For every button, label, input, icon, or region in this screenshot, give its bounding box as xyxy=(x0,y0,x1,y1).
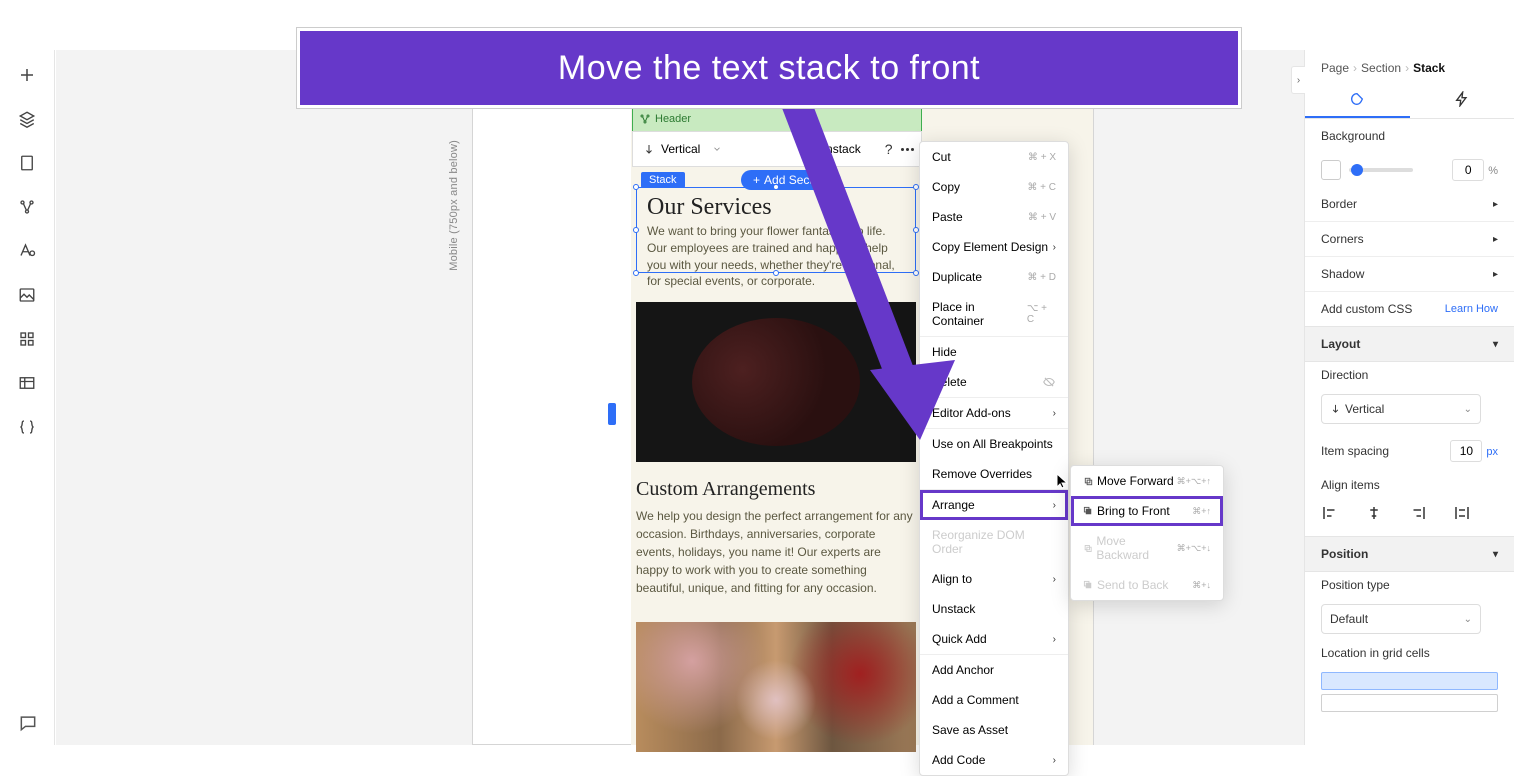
tab-interactions[interactable] xyxy=(1410,83,1514,118)
image-wedding xyxy=(636,622,916,752)
code-icon[interactable] xyxy=(18,418,36,436)
sub-move-forward[interactable]: Move Forward⌘+⌥+↑ xyxy=(1071,466,1223,496)
left-icon-rail xyxy=(0,50,55,745)
context-menu: Cut⌘ + X Copy⌘ + C Paste⌘ + V Copy Eleme… xyxy=(919,141,1069,776)
selected-stack[interactable]: Our Services We want to bring your flowe… xyxy=(636,187,916,273)
ctx-remove-overrides[interactable]: Remove Overrides xyxy=(920,459,1068,489)
custom-body: We help you design the perfect arrangeme… xyxy=(636,507,916,597)
position-type-select[interactable]: Default⌄ xyxy=(1321,604,1481,634)
ctx-unstack[interactable]: Unstack xyxy=(920,594,1068,624)
ctx-add-anchor[interactable]: Add Anchor xyxy=(920,655,1068,685)
align-center-icon[interactable] xyxy=(1365,504,1383,522)
position-type-label: Position type xyxy=(1321,578,1390,592)
ctx-arrange[interactable]: Arrange› xyxy=(920,490,1068,520)
page-icon[interactable] xyxy=(18,154,36,172)
apps-icon[interactable] xyxy=(18,330,36,348)
stack-toolbar: Vertical Unstack ? xyxy=(632,131,922,167)
breadcrumb: Page›Section›Stack xyxy=(1305,50,1514,83)
align-stretch-icon[interactable] xyxy=(1453,504,1471,522)
layout-section[interactable]: Layout▾ xyxy=(1305,326,1514,362)
ctx-copy-design[interactable]: Copy Element Design› xyxy=(920,232,1068,262)
ctx-copy[interactable]: Copy⌘ + C xyxy=(920,172,1068,202)
header-label: Header xyxy=(655,113,691,125)
ctx-paste[interactable]: Paste⌘ + V xyxy=(920,202,1068,232)
plus-icon[interactable] xyxy=(18,66,36,84)
selection-handle[interactable] xyxy=(633,227,639,233)
ctx-place-container[interactable]: Place in Container⌥ + C xyxy=(920,292,1068,336)
ctx-breakpoints[interactable]: Use on All Breakpoints xyxy=(920,429,1068,459)
mobile-breakpoint-label: Mobile (750px and below) xyxy=(448,140,460,271)
services-body: We want to bring your flower fantasies t… xyxy=(647,223,905,290)
direction-select[interactable]: Vertical xyxy=(643,142,809,156)
item-spacing-input[interactable] xyxy=(1450,440,1482,462)
learn-how-link[interactable]: Learn How xyxy=(1445,303,1498,315)
tab-design[interactable] xyxy=(1305,83,1410,118)
custom-arrangements-block: Custom Arrangements We help you design t… xyxy=(636,478,916,597)
ctx-add-code[interactable]: Add Code› xyxy=(920,745,1068,775)
image-bouquet xyxy=(636,302,916,462)
direction-select-panel[interactable]: Vertical⌄ xyxy=(1321,394,1481,424)
border-row[interactable]: Border▸ xyxy=(1305,187,1514,222)
mouse-cursor xyxy=(1056,473,1070,492)
ctx-cut[interactable]: Cut⌘ + X xyxy=(920,142,1068,172)
ctx-delete[interactable]: Delete xyxy=(920,367,1068,397)
direction-label: Direction xyxy=(1321,368,1368,382)
more-icon[interactable] xyxy=(901,148,914,151)
stack-tag[interactable]: Stack xyxy=(641,172,685,188)
align-items-controls xyxy=(1305,498,1514,536)
selection-handle[interactable] xyxy=(633,270,639,276)
background-label: Background xyxy=(1321,129,1385,143)
panel-tabs xyxy=(1305,83,1514,119)
image-icon[interactable] xyxy=(18,286,36,304)
selection-handle[interactable] xyxy=(773,184,779,190)
services-title: Our Services xyxy=(647,194,905,221)
ctx-addons[interactable]: Editor Add-ons› xyxy=(920,398,1068,428)
layers-icon[interactable] xyxy=(18,110,36,128)
background-swatch[interactable] xyxy=(1321,160,1341,180)
ctx-duplicate[interactable]: Duplicate⌘ + D xyxy=(920,262,1068,292)
corners-row[interactable]: Corners▸ xyxy=(1305,222,1514,257)
ctx-add-comment[interactable]: Add a Comment xyxy=(920,685,1068,715)
ctx-hide[interactable]: Hide xyxy=(920,337,1068,367)
background-opacity-input[interactable] xyxy=(1452,159,1484,181)
selection-handle[interactable] xyxy=(773,270,779,276)
properties-panel: › Page›Section›Stack Background % Border… xyxy=(1304,50,1514,745)
sub-move-backward: Move Backward⌘+⌥+↓ xyxy=(1071,526,1223,570)
ctx-reorganize-dom: Reorganize DOM Order xyxy=(920,520,1068,564)
unstack-button[interactable]: Unstack xyxy=(817,142,860,156)
chat-icon[interactable] xyxy=(18,713,38,733)
instruction-banner: Move the text stack to front xyxy=(297,28,1241,108)
header-band[interactable]: Header xyxy=(632,106,922,132)
shadow-row[interactable]: Shadow▸ xyxy=(1305,257,1514,292)
position-section[interactable]: Position▾ xyxy=(1305,536,1514,572)
item-spacing-label: Item spacing xyxy=(1321,444,1389,458)
selection-handle[interactable] xyxy=(633,184,639,190)
resize-handle[interactable] xyxy=(608,403,616,425)
grid-location-cells[interactable] xyxy=(1305,666,1514,722)
align-items-label: Align items xyxy=(1321,478,1380,492)
ctx-quick-add[interactable]: Quick Add› xyxy=(920,624,1068,654)
ctx-align-to[interactable]: Align to› xyxy=(920,564,1068,594)
background-opacity-slider[interactable] xyxy=(1349,168,1413,172)
connect-icon[interactable] xyxy=(18,198,36,216)
arrange-submenu: Move Forward⌘+⌥+↑ Bring to Front⌘+↑ Move… xyxy=(1070,465,1224,601)
sub-bring-to-front[interactable]: Bring to Front⌘+↑ xyxy=(1071,496,1223,526)
align-start-icon[interactable] xyxy=(1321,504,1339,522)
font-icon[interactable] xyxy=(18,242,36,260)
help-icon[interactable]: ? xyxy=(885,141,893,157)
align-end-icon[interactable] xyxy=(1409,504,1427,522)
sub-send-to-back: Send to Back⌘+↓ xyxy=(1071,570,1223,600)
ctx-save-asset[interactable]: Save as Asset xyxy=(920,715,1068,745)
location-label: Location in grid cells xyxy=(1321,646,1430,660)
custom-title: Custom Arrangements xyxy=(636,478,916,501)
panel-collapse-button[interactable]: › xyxy=(1291,66,1305,94)
add-section-button[interactable]: +Add Section xyxy=(741,170,841,190)
add-css-label[interactable]: Add custom CSS xyxy=(1321,302,1412,316)
table-icon[interactable] xyxy=(18,374,36,392)
